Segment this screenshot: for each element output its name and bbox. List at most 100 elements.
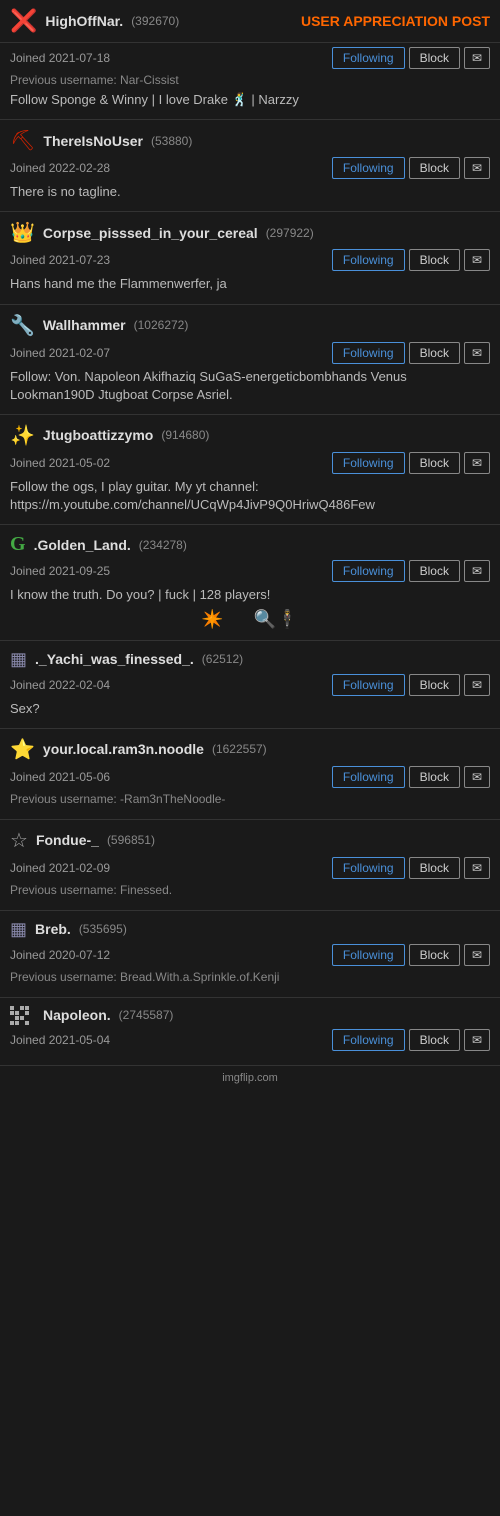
following-button-jtugboat[interactable]: Following xyxy=(332,452,405,474)
block-button-highoffnar[interactable]: Block xyxy=(409,47,460,69)
user-header-wallhammer: 🔧 Wallhammer (1026272) xyxy=(10,313,490,338)
following-button-thereisnousser[interactable]: Following xyxy=(332,157,405,179)
first-username: HighOffNar. xyxy=(45,13,123,29)
following-button-goldenland[interactable]: Following xyxy=(332,560,405,582)
wallhammer-username: Wallhammer xyxy=(43,317,126,333)
joined-wallhammer: Joined 2021-02-07 xyxy=(10,346,110,360)
actions-wallhammer: Following Block ✉ xyxy=(332,342,490,364)
breb-userid: (535695) xyxy=(79,922,127,936)
joined-yachi: Joined 2022-02-04 xyxy=(10,678,110,692)
msg-button-yachi[interactable]: ✉ xyxy=(464,674,490,696)
block-button-thereisnousser[interactable]: Block xyxy=(409,157,460,179)
actions-corpse: Following Block ✉ xyxy=(332,249,490,271)
user-header-ramen: ⭐ your.local.ram3n.noodle (1622557) xyxy=(10,737,490,762)
actions-thereisnousser: Following Block ✉ xyxy=(332,157,490,179)
prev-username-breb: Previous username: Bread.With.a.Sprinkle… xyxy=(10,970,490,984)
ramen-username: your.local.ram3n.noodle xyxy=(43,741,204,757)
corpse-username: Corpse_pisssed_in_your_cereal xyxy=(43,225,258,241)
following-button-highoffnar[interactable]: Following xyxy=(332,47,405,69)
user-header-goldenland: G .Golden_Land. (234278) xyxy=(10,533,490,556)
banner-title: USER APPRECIATION POST xyxy=(301,13,490,29)
tagline-thereisnousser: There is no tagline. xyxy=(10,183,490,201)
fondue-userid: (596851) xyxy=(107,833,155,847)
msg-button-breb[interactable]: ✉ xyxy=(464,944,490,966)
ramen-userid: (1622557) xyxy=(212,742,267,756)
block-button-yachi[interactable]: Block xyxy=(409,674,460,696)
user-card-ramen: ⭐ your.local.ram3n.noodle (1622557) Join… xyxy=(0,729,500,820)
user-header-thereisnousser: ⛏ ThereIsNoUser (53880) xyxy=(10,128,490,153)
user-meta-breb: Joined 2020-07-12 Following Block ✉ xyxy=(10,944,490,966)
joined-fondue: Joined 2021-02-09 xyxy=(10,861,110,875)
user-card-corpse: 👑 Corpse_pisssed_in_your_cereal (297922)… xyxy=(0,212,500,304)
block-button-breb[interactable]: Block xyxy=(409,944,460,966)
following-button-fondue[interactable]: Following xyxy=(332,857,405,879)
tagline-jtugboat: Follow the ogs, I play guitar. My yt cha… xyxy=(10,478,490,514)
ramen-icon: ⭐ xyxy=(10,737,35,762)
joined-napoleon: Joined 2021-05-04 xyxy=(10,1033,110,1047)
goldenland-userid: (234278) xyxy=(139,538,187,552)
msg-button-napoleon[interactable]: ✉ xyxy=(464,1029,490,1051)
jtugboat-icon: ✨ xyxy=(10,423,35,448)
user-card-highoffnar: Joined 2021-07-18 Following Block ✉ Prev… xyxy=(0,47,500,120)
block-button-ramen[interactable]: Block xyxy=(409,766,460,788)
block-button-wallhammer[interactable]: Block xyxy=(409,342,460,364)
joined-ramen: Joined 2021-05-06 xyxy=(10,770,110,784)
jtugboat-username: Jtugboattizzymo xyxy=(43,427,153,443)
block-button-goldenland[interactable]: Block xyxy=(409,560,460,582)
goldenland-emojis: ✴️ 🔍🕴 xyxy=(10,609,490,630)
jtugboat-userid: (914680) xyxy=(161,428,209,442)
actions-ramen: Following Block ✉ xyxy=(332,766,490,788)
following-button-breb[interactable]: Following xyxy=(332,944,405,966)
following-button-ramen[interactable]: Following xyxy=(332,766,405,788)
prev-username-ramen: Previous username: -Ram3nTheNoodle- xyxy=(10,792,490,806)
user-card-yachi: ▦ ._Yachi_was_finessed_. (62512) Joined … xyxy=(0,641,500,729)
napoleon-icon xyxy=(10,1006,29,1025)
user-header-napoleon: Napoleon. (2745587) xyxy=(10,1006,490,1025)
napoleon-username: Napoleon. xyxy=(43,1007,111,1023)
tagline-highoffnar: Follow Sponge & Winny | I love Drake 🕺 |… xyxy=(10,91,490,109)
user-card-jtugboat: ✨ Jtugboattizzymo (914680) Joined 2021-0… xyxy=(0,415,500,525)
user-meta-napoleon: Joined 2021-05-04 Following Block ✉ xyxy=(10,1029,490,1051)
actions-yachi: Following Block ✉ xyxy=(332,674,490,696)
joined-highoffnar: Joined 2021-07-18 xyxy=(10,51,110,65)
thereisnousser-userid: (53880) xyxy=(151,134,192,148)
joined-goldenland: Joined 2021-09-25 xyxy=(10,564,110,578)
msg-button-jtugboat[interactable]: ✉ xyxy=(464,452,490,474)
following-button-wallhammer[interactable]: Following xyxy=(332,342,405,364)
msg-button-ramen[interactable]: ✉ xyxy=(464,766,490,788)
block-button-jtugboat[interactable]: Block xyxy=(409,452,460,474)
msg-button-fondue[interactable]: ✉ xyxy=(464,857,490,879)
thereisnousser-icon: ⛏ xyxy=(10,128,35,153)
tagline-wallhammer: Follow: Von. Napoleon Akifhaziq SuGaS-en… xyxy=(10,368,490,404)
block-button-napoleon[interactable]: Block xyxy=(409,1029,460,1051)
following-button-napoleon[interactable]: Following xyxy=(332,1029,405,1051)
msg-button-goldenland[interactable]: ✉ xyxy=(464,560,490,582)
msg-button-thereisnousser[interactable]: ✉ xyxy=(464,157,490,179)
joined-thereisnousser: Joined 2022-02-28 xyxy=(10,161,110,175)
following-button-yachi[interactable]: Following xyxy=(332,674,405,696)
msg-button-corpse[interactable]: ✉ xyxy=(464,249,490,271)
user-card-goldenland: G .Golden_Land. (234278) Joined 2021-09-… xyxy=(0,525,500,640)
msg-button-highoffnar[interactable]: ✉ xyxy=(464,47,490,69)
block-button-corpse[interactable]: Block xyxy=(409,249,460,271)
breb-username: Breb. xyxy=(35,921,71,937)
user-meta-jtugboat: Joined 2021-05-02 Following Block ✉ xyxy=(10,452,490,474)
prev-username-fondue: Previous username: Finessed. xyxy=(10,883,490,897)
tagline-corpse: Hans hand me the Flammenwerfer, ja xyxy=(10,275,490,293)
user-meta-thereisnousser: Joined 2022-02-28 Following Block ✉ xyxy=(10,157,490,179)
user-card-thereisnousser: ⛏ ThereIsNoUser (53880) Joined 2022-02-2… xyxy=(0,120,500,212)
yachi-username: ._Yachi_was_finessed_. xyxy=(35,651,194,667)
actions-breb: Following Block ✉ xyxy=(332,944,490,966)
user-card-napoleon: Napoleon. (2745587) Joined 2021-05-04 Fo… xyxy=(0,998,500,1066)
header-card: ❌ HighOffNar. (392670) USER APPRECIATION… xyxy=(0,0,500,43)
user-meta-goldenland: Joined 2021-09-25 Following Block ✉ xyxy=(10,560,490,582)
msg-button-wallhammer[interactable]: ✉ xyxy=(464,342,490,364)
user-meta-wallhammer: Joined 2021-02-07 Following Block ✉ xyxy=(10,342,490,364)
user-header-fondue: ☆ Fondue-_ (596851) xyxy=(10,828,490,853)
actions-goldenland: Following Block ✉ xyxy=(332,560,490,582)
block-button-fondue[interactable]: Block xyxy=(409,857,460,879)
actions-fondue: Following Block ✉ xyxy=(332,857,490,879)
user-card-breb: ▦ Breb. (535695) Joined 2020-07-12 Follo… xyxy=(0,911,500,998)
following-button-corpse[interactable]: Following xyxy=(332,249,405,271)
tagline-goldenland: I know the truth. Do you? | fuck | 128 p… xyxy=(10,586,490,604)
